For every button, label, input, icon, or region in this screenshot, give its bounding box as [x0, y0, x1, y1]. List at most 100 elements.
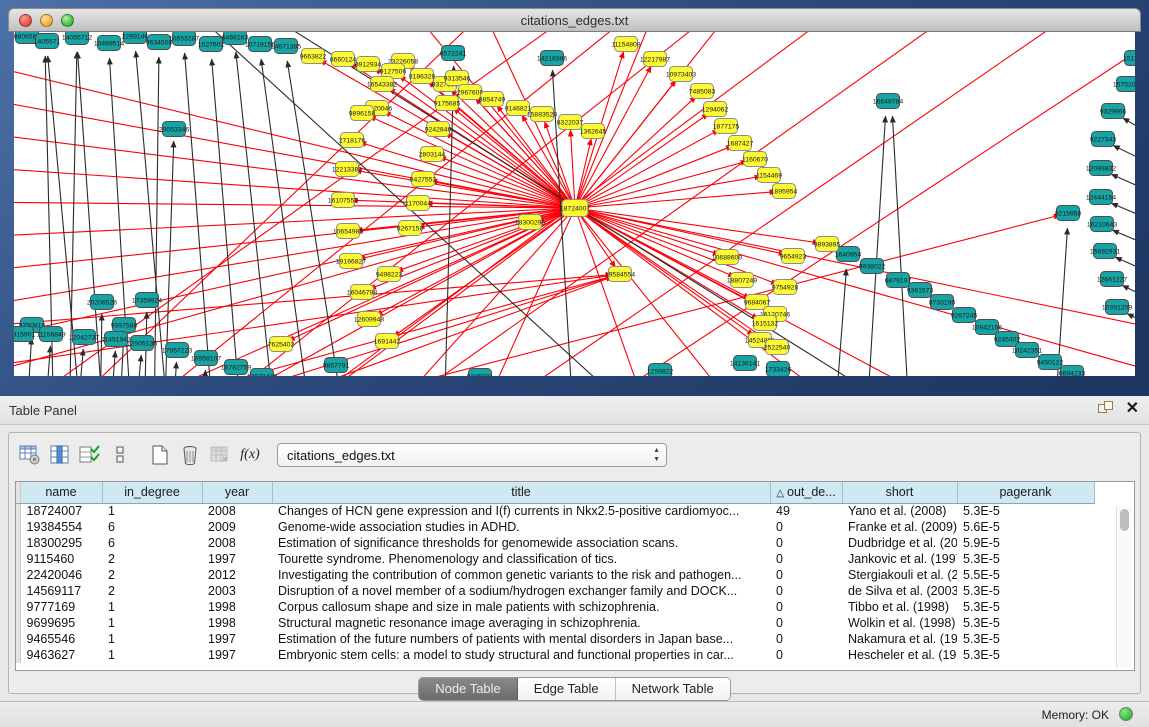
table-cell[interactable]: Embryonic stem cells: a model to study s…	[272, 647, 770, 663]
table-cell[interactable]: 6	[102, 535, 202, 551]
tab-edge-table[interactable]: Edge Table	[518, 678, 616, 700]
table-cell[interactable]: 5.3E-5	[957, 631, 1094, 647]
table-cell[interactable]: Tourette syndrome. Phenomenology and cla…	[272, 551, 770, 567]
table-cell[interactable]: 5.3E-5	[957, 583, 1094, 599]
table-cell[interactable]: Corpus callosum shape and size in male p…	[272, 599, 770, 615]
table-cell[interactable]: 1998	[202, 599, 272, 615]
node-table[interactable]: namein_degreeyeartitle△out_de...shortpag…	[15, 481, 1135, 671]
show-columns-button[interactable]	[45, 441, 75, 469]
table-cell[interactable]: 0	[770, 551, 842, 567]
table-cell[interactable]: 1997	[202, 551, 272, 567]
table-cell[interactable]: 49	[770, 503, 842, 519]
table-cell[interactable]: 2012	[202, 567, 272, 583]
table-cell[interactable]: Franke et al. (2009)	[842, 519, 957, 535]
tab-network-table[interactable]: Network Table	[616, 678, 730, 700]
table-cell[interactable]: 0	[770, 599, 842, 615]
table-cell[interactable]: Nakamura et al. (1997)	[842, 631, 957, 647]
table-row[interactable]: 1456911722003Disruption of a novel membe…	[16, 583, 1094, 599]
table-cell[interactable]: 5.3E-5	[957, 599, 1094, 615]
table-row[interactable]: 2242004622012Investigating the contribut…	[16, 567, 1094, 583]
column-header-name[interactable]: name	[20, 482, 102, 503]
table-cell[interactable]: Yano et al. (2008)	[842, 503, 957, 519]
table-cell[interactable]: 0	[770, 583, 842, 599]
function-builder-button[interactable]: f(x)	[235, 441, 265, 469]
table-cell[interactable]: Estimation of the future numbers of pati…	[272, 631, 770, 647]
table-cell[interactable]: 2003	[202, 583, 272, 599]
table-cell[interactable]: Hescheler et al. (1997)	[842, 647, 957, 663]
table-cell[interactable]: Genome-wide association studies in ADHD.	[272, 519, 770, 535]
column-header-title[interactable]: title	[272, 482, 770, 503]
table-cell[interactable]: 18724007	[20, 503, 102, 519]
tab-node-table[interactable]: Node Table	[419, 678, 518, 700]
column-header-out-de-[interactable]: △out_de...	[770, 482, 842, 503]
table-cell[interactable]: Tibbo et al. (1998)	[842, 599, 957, 615]
table-cell[interactable]: 5.3E-5	[957, 647, 1094, 663]
table-cell[interactable]: 1	[102, 647, 202, 663]
table-cell[interactable]: 2009	[202, 519, 272, 535]
network-canvas[interactable]: 8806584140557114055712104695142269146963…	[14, 32, 1135, 376]
network-window-titlebar[interactable]: citations_edges.txt	[8, 8, 1141, 32]
select-mode-button[interactable]	[75, 441, 105, 469]
column-header-year[interactable]: year	[202, 482, 272, 503]
table-cell[interactable]: de Silva et al. (2003)	[842, 583, 957, 599]
delete-table-button[interactable]	[175, 441, 205, 469]
table-cell[interactable]: 5.3E-5	[957, 551, 1094, 567]
table-cell[interactable]: 5.5E-5	[957, 567, 1094, 583]
table-cell[interactable]: 1	[102, 615, 202, 631]
table-row[interactable]: 1830029562008Estimation of significance …	[16, 535, 1094, 551]
column-header-short[interactable]: short	[842, 482, 957, 503]
table-cell[interactable]: 9465546	[20, 631, 102, 647]
table-cell[interactable]: 19384554	[20, 519, 102, 535]
column-header-pagerank[interactable]: pagerank	[957, 482, 1094, 503]
table-row[interactable]: 1938455462009Genome-wide association stu…	[16, 519, 1094, 535]
close-panel-icon[interactable]: ✕	[1126, 401, 1139, 417]
table-cell[interactable]: Changes of HCN gene expression and I(f) …	[272, 503, 770, 519]
table-row[interactable]: 911546021997Tourette syndrome. Phenomeno…	[16, 551, 1094, 567]
float-window-icon[interactable]	[1098, 401, 1114, 417]
table-cell[interactable]: Estimation of significance thresholds fo…	[272, 535, 770, 551]
table-cell[interactable]: 2	[102, 583, 202, 599]
table-cell[interactable]: 1997	[202, 631, 272, 647]
table-cell[interactable]: 1997	[202, 647, 272, 663]
table-cell[interactable]: 5.3E-5	[957, 615, 1094, 631]
table-row[interactable]: 969969511998Structural magnetic resonanc…	[16, 615, 1094, 631]
table-cell[interactable]: 5.3E-5	[957, 503, 1094, 519]
table-selector-combobox[interactable]: citations_edges.txt ▲▼	[277, 443, 667, 467]
table-cell[interactable]: Jankovic et al. (1997)	[842, 551, 957, 567]
table-cell[interactable]: 0	[770, 647, 842, 663]
table-cell[interactable]: 1998	[202, 615, 272, 631]
table-cell[interactable]: 9463627	[20, 647, 102, 663]
table-cell[interactable]: 9777169	[20, 599, 102, 615]
table-cell[interactable]: 0	[770, 615, 842, 631]
table-cell[interactable]: 2	[102, 551, 202, 567]
table-cell[interactable]: 0	[770, 535, 842, 551]
table-cell[interactable]: Stergiakouli et al. (2012)	[842, 567, 957, 583]
table-cell[interactable]: 5.9E-5	[957, 535, 1094, 551]
table-cell[interactable]: 1	[102, 599, 202, 615]
table-cell[interactable]: Dudbridge et al. (2008)	[842, 535, 957, 551]
table-cell[interactable]: 1	[102, 631, 202, 647]
table-cell[interactable]: 0	[770, 631, 842, 647]
table-cell[interactable]: Disruption of a novel member of a sodium…	[272, 583, 770, 599]
table-vertical-scrollbar[interactable]	[1116, 506, 1131, 668]
table-cell[interactable]: 14569117	[20, 583, 102, 599]
table-cell[interactable]: Investigating the contribution of common…	[272, 567, 770, 583]
table-cell[interactable]: Wolkin et al. (1998)	[842, 615, 957, 631]
table-cell[interactable]: 9115460	[20, 551, 102, 567]
table-row[interactable]: 946554611997Estimation of the future num…	[16, 631, 1094, 647]
table-cell[interactable]: 0	[770, 567, 842, 583]
create-table-button[interactable]	[145, 441, 175, 469]
column-header-in-degree[interactable]: in_degree	[102, 482, 202, 503]
combo-stepper-icon[interactable]: ▲▼	[653, 446, 660, 464]
table-cell[interactable]: 6	[102, 519, 202, 535]
table-row[interactable]: 977716911998Corpus callosum shape and si…	[16, 599, 1094, 615]
table-cell[interactable]: 1	[102, 503, 202, 519]
table-row[interactable]: 1872400712008Changes of HCN gene express…	[16, 503, 1094, 519]
table-row[interactable]: 946362711997Embryonic stem cells: a mode…	[16, 647, 1094, 663]
network-view[interactable]: 8806584140557114055712104695142269146963…	[14, 32, 1135, 376]
transpose-button[interactable]	[105, 441, 135, 469]
table-cell[interactable]: Structural magnetic resonance image aver…	[272, 615, 770, 631]
table-cell[interactable]: 5.6E-5	[957, 519, 1094, 535]
scrollbar-thumb[interactable]	[1120, 509, 1129, 531]
table-cell[interactable]: 22420046	[20, 567, 102, 583]
